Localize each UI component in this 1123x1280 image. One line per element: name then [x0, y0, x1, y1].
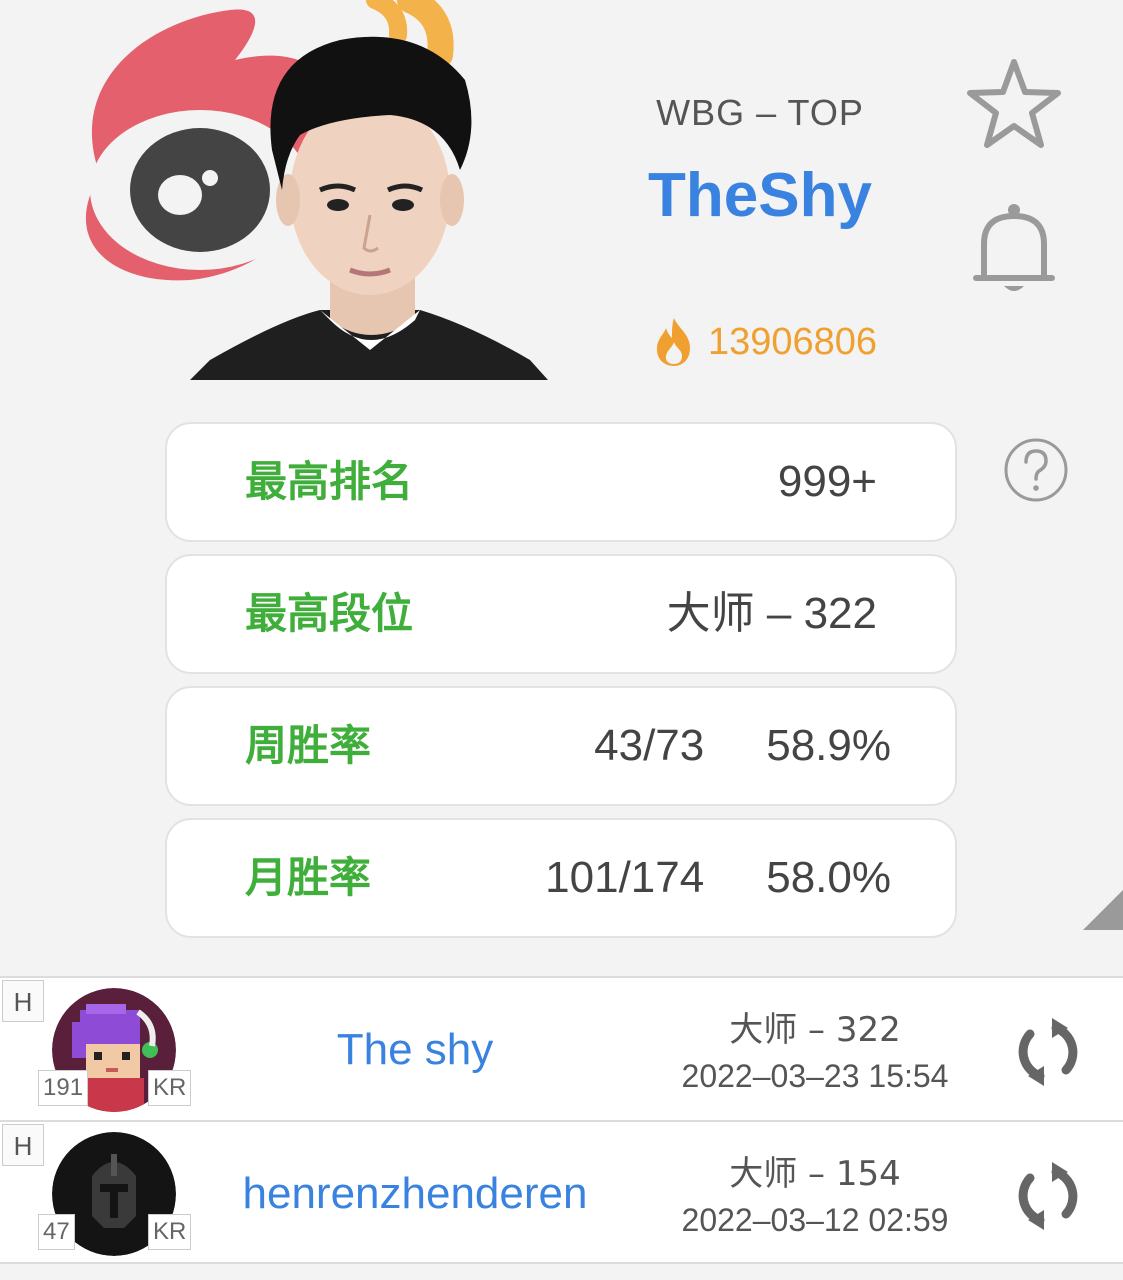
account-name-link[interactable]: henrenzhenderen — [200, 1122, 630, 1266]
stat-label: 最高段位 — [245, 589, 414, 638]
player-name: TheShy — [648, 161, 872, 230]
question-circle-icon[interactable] — [1003, 437, 1069, 503]
stat-value: 大师 – 322 — [666, 589, 877, 638]
heat-indicator: 13906806 — [652, 312, 877, 372]
flame-icon — [656, 318, 690, 366]
stat-value: 999+ — [777, 457, 877, 506]
refresh-icon[interactable] — [1012, 1160, 1084, 1232]
stat-value: 101/174 58.0% — [545, 820, 891, 936]
account-row[interactable]: H 47 KR henrenzhenderen 大师 – 154 2022–03… — [0, 1120, 1123, 1264]
team-role: WBG – TOP — [656, 92, 864, 133]
win-record: 101/174 — [545, 853, 705, 902]
account-tag: H — [2, 1124, 44, 1166]
stat-highest-ranking: 最高排名 999+ — [165, 422, 957, 542]
account-row[interactable]: H 191 KR The shy 大师 – 322 2022–03–23 15:… — [0, 976, 1123, 1120]
account-updated-time: 2022–03–23 15:54 — [681, 1058, 949, 1094]
account-tag: H — [2, 980, 44, 1022]
account-name-link[interactable]: The shy — [200, 978, 630, 1122]
bell-icon[interactable] — [970, 200, 1058, 300]
refresh-icon[interactable] — [1012, 1016, 1084, 1088]
stat-monthly-winrate: 月胜率 101/174 58.0% — [165, 818, 957, 938]
heat-value: 13906806 — [708, 320, 878, 363]
stat-label: 最高排名 — [245, 457, 414, 506]
level-badge: 191 — [38, 1070, 89, 1106]
win-rate: 58.9% — [766, 721, 891, 770]
stat-weekly-winrate: 周胜率 43/73 58.9% — [165, 686, 957, 806]
account-updated-time: 2022–03–12 02:59 — [681, 1202, 949, 1238]
region-badge: KR — [148, 1070, 192, 1106]
win-record: 43/73 — [594, 721, 705, 770]
win-rate: 58.0% — [766, 853, 891, 902]
stat-highest-tier: 最高段位 大师 – 322 — [165, 554, 957, 674]
level-badge: 47 — [38, 1214, 75, 1250]
star-icon[interactable] — [966, 56, 1062, 152]
stat-label: 月胜率 — [245, 853, 372, 902]
account-rank: 大师 – 154 — [729, 1154, 901, 1194]
account-list: H 191 KR The shy 大师 – 322 2022–03–23 15:… — [0, 976, 1123, 1264]
account-rank: 大师 – 322 — [729, 1010, 901, 1050]
stats-panel: 最高排名 999+ 最高段位 大师 – 322 周胜率 43/73 58.9% 月… — [165, 422, 957, 950]
player-header: WBG – TOP TheShy 13906806 — [0, 0, 1123, 400]
stat-value: 43/73 58.9% — [594, 688, 891, 804]
region-badge: KR — [148, 1214, 192, 1250]
player-photo — [190, 36, 548, 380]
stat-label: 周胜率 — [245, 721, 372, 770]
corner-fold-indicator — [1083, 890, 1123, 930]
